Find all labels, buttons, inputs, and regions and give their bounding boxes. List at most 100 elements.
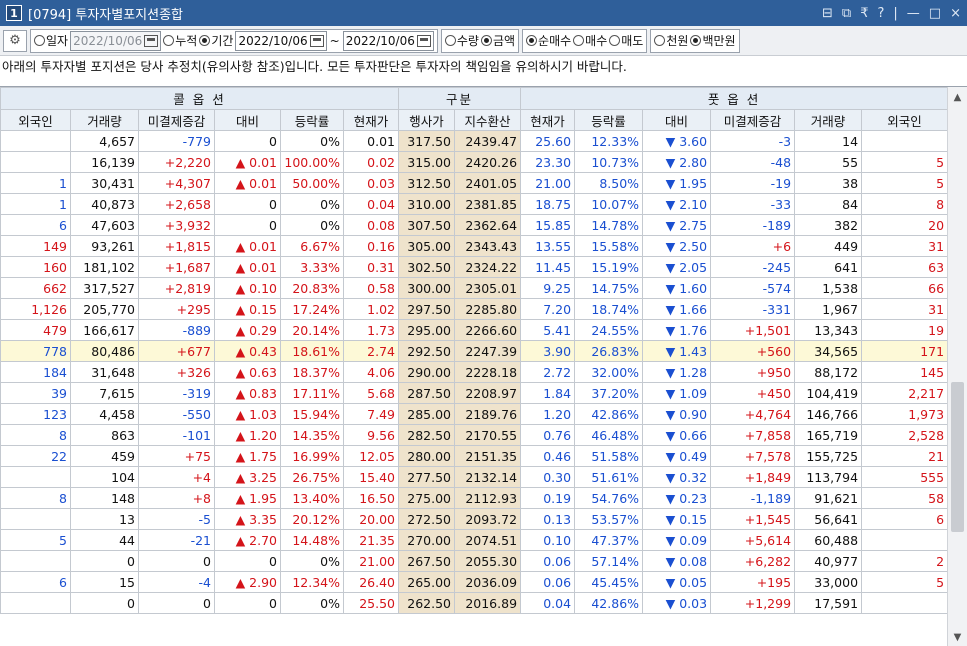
col-header-call-foreigner[interactable]: 외국인 bbox=[0, 109, 71, 131]
cell-put-oi-change: -331 bbox=[710, 298, 796, 320]
cell-index-equivalent: 2055.30 bbox=[454, 550, 522, 572]
col-header-put-oi-change[interactable]: 미결제증감 bbox=[710, 109, 796, 131]
table-row[interactable]: 0 0 0 0% 21.00 267.50 2055.30 0.06 57.14% ▼ 0.08 +… bbox=[0, 550, 949, 572]
col-header-strike-price[interactable]: 행사가 bbox=[398, 109, 456, 131]
radio-date-single[interactable]: 일자 bbox=[34, 32, 68, 49]
table-row[interactable]: 16,139 +2,220 ▲ 0.01 100.00% 0.02 315.00 2420.… bbox=[0, 151, 949, 173]
window-title: [0794] 투자자별포지션종합 bbox=[28, 7, 183, 23]
scroll-thumb[interactable] bbox=[951, 382, 964, 532]
table-row[interactable]: 479 166,617 -889 ▲ 0.29 20.14% 1.73 295.00 2266… bbox=[0, 319, 949, 341]
cell-put-volume: 84 bbox=[794, 193, 863, 215]
calendar-icon[interactable] bbox=[309, 34, 324, 47]
put-options-header: 풋 옵 션 bbox=[520, 87, 949, 110]
minimize-icon[interactable]: — bbox=[907, 6, 920, 21]
cell-call-change: ▲ 0.01 bbox=[214, 235, 281, 257]
radio-cumulative[interactable]: 누적 bbox=[163, 32, 197, 49]
cell-put-volume: 34,565 bbox=[794, 340, 863, 362]
col-header-call-change-rate[interactable]: 등락률 bbox=[280, 109, 344, 131]
pin-icon[interactable]: ₹ bbox=[860, 6, 868, 21]
table-row[interactable]: 6 47,603 +3,932 0 0% 0.08 307.50 2362.64 15.85 14… bbox=[0, 214, 949, 236]
cell-call-foreigner: 5 bbox=[0, 529, 71, 551]
cell-put-foreigner: 2 bbox=[861, 550, 949, 572]
cell-call-change: 0 bbox=[214, 130, 281, 152]
maximize-icon[interactable]: □ bbox=[929, 6, 941, 21]
cell-put-foreigner: 5 bbox=[861, 151, 949, 173]
col-header-call-oi-change[interactable]: 미결제증감 bbox=[138, 109, 215, 131]
cell-put-change: ▼ 0.49 bbox=[642, 445, 712, 467]
table-row[interactable]: 8 148 +8 ▲ 1.95 13.40% 16.50 275.00 2112.93 0.19… bbox=[0, 487, 949, 509]
col-header-put-change[interactable]: 대비 bbox=[642, 109, 712, 131]
calendar-icon[interactable] bbox=[144, 34, 159, 47]
table-row[interactable]: 149 93,261 +1,815 ▲ 0.01 6.67% 0.16 305.00 2343… bbox=[0, 235, 949, 257]
cell-put-foreigner: 171 bbox=[861, 340, 949, 362]
table-row[interactable]: 1 30,431 +4,307 ▲ 0.01 50.00% 0.03 312.50 2401.… bbox=[0, 172, 949, 194]
table-row[interactable]: 22 459 +75 ▲ 1.75 16.99% 12.05 280.00 2151.35 0.… bbox=[0, 445, 949, 467]
cell-put-price: 21.00 bbox=[520, 172, 576, 194]
minimize-to-tray-icon[interactable]: ⊟ bbox=[822, 6, 833, 21]
calendar-icon[interactable] bbox=[416, 34, 431, 47]
cell-index-equivalent: 2151.35 bbox=[454, 445, 522, 467]
col-header-call-price[interactable]: 현재가 bbox=[342, 109, 400, 131]
col-header-put-change-rate[interactable]: 등락률 bbox=[574, 109, 644, 131]
center-header: 구분 bbox=[398, 87, 522, 110]
col-header-index-equivalent[interactable]: 지수환산 bbox=[454, 109, 522, 131]
cell-put-oi-change: +1,849 bbox=[710, 466, 796, 488]
radio-sell[interactable]: 매도 bbox=[609, 32, 643, 49]
cell-call-price: 25.50 bbox=[342, 592, 400, 614]
col-header-put-price[interactable]: 현재가 bbox=[520, 109, 576, 131]
table-row[interactable]: 0 0 0 0% 25.50 262.50 2016.89 0.04 42.86% ▼ 0.03 +… bbox=[0, 592, 949, 614]
cell-put-foreigner: 555 bbox=[861, 466, 949, 488]
radio-quantity[interactable]: 수량 bbox=[444, 32, 479, 49]
cell-call-volume: 863 bbox=[70, 424, 139, 446]
radio-amount[interactable]: 금액 bbox=[480, 32, 515, 49]
gear-icon[interactable]: ⚙ bbox=[3, 29, 27, 52]
table-row[interactable]: 1 40,873 +2,658 0 0% 0.04 310.00 2381.85 18.75 10… bbox=[0, 193, 949, 215]
cell-call-change-rate: 14.48% bbox=[280, 529, 344, 551]
cell-strike-price: 272.50 bbox=[398, 508, 456, 530]
table-row[interactable]: 160 181,102 +1,687 ▲ 0.01 3.33% 0.31 302.50 232… bbox=[0, 256, 949, 278]
chevron-down-icon[interactable]: ▼ bbox=[948, 627, 967, 646]
table-row[interactable]: 1,126 205,770 +295 ▲ 0.15 17.24% 1.02 297.50 22… bbox=[0, 298, 949, 320]
table-row[interactable]: 5 44 -21 ▲ 2.70 14.48% 21.35 270.00 2074.51 0.10… bbox=[0, 529, 949, 551]
table-row[interactable]: 8 863 -101 ▲ 1.20 14.35% 9.56 282.50 2170.55 0.7… bbox=[0, 424, 949, 446]
radio-million-won[interactable]: 백만원 bbox=[690, 32, 736, 49]
radio-net-buy[interactable]: 순매수 bbox=[526, 32, 571, 49]
single-date-field[interactable]: 2022/10/06 bbox=[70, 30, 162, 51]
cell-strike-price: 277.50 bbox=[398, 466, 456, 488]
radio-period[interactable]: 기간 bbox=[199, 32, 233, 49]
col-header-put-foreigner[interactable]: 외국인 bbox=[861, 109, 949, 131]
cell-call-change: 0 bbox=[214, 592, 281, 614]
cell-call-change: ▲ 0.43 bbox=[214, 340, 281, 362]
table-row[interactable]: 104 +4 ▲ 3.25 26.75% 15.40 277.50 2132.14 0.30 5… bbox=[0, 466, 949, 488]
chevron-up-icon[interactable]: ▲ bbox=[948, 87, 967, 107]
cell-index-equivalent: 2305.01 bbox=[454, 277, 522, 299]
radio-thousand-won[interactable]: 천원 bbox=[654, 32, 688, 49]
cell-call-foreigner: 22 bbox=[0, 445, 71, 467]
help-icon[interactable]: ? bbox=[878, 6, 885, 21]
cell-index-equivalent: 2420.26 bbox=[454, 151, 522, 173]
cell-call-oi-change: -889 bbox=[138, 319, 215, 341]
table-row[interactable]: 662 317,527 +2,819 ▲ 0.10 20.83% 0.58 300.00 23… bbox=[0, 277, 949, 299]
close-icon[interactable]: × bbox=[950, 6, 961, 21]
table-row[interactable]: 4,657 -779 0 0% 0.01 317.50 2439.47 25.60 12.33%… bbox=[0, 130, 949, 152]
table-row[interactable]: 184 31,648 +326 ▲ 0.63 18.37% 4.06 290.00 2228.… bbox=[0, 361, 949, 383]
table-row[interactable]: 39 7,615 -319 ▲ 0.83 17.11% 5.68 287.50 2208.97… bbox=[0, 382, 949, 404]
radio-buy[interactable]: 매수 bbox=[573, 32, 607, 49]
restore-icon[interactable]: ⧉ bbox=[842, 6, 851, 21]
col-header-call-change[interactable]: 대비 bbox=[214, 109, 281, 131]
col-header-call-volume[interactable]: 거래량 bbox=[70, 109, 139, 131]
cell-put-change: ▼ 2.80 bbox=[642, 151, 712, 173]
col-header-put-volume[interactable]: 거래량 bbox=[794, 109, 863, 131]
table-row[interactable]: 778 80,486 +677 ▲ 0.43 18.61% 2.74 292.50 2247.… bbox=[0, 340, 949, 362]
cell-put-change-rate: 46.48% bbox=[574, 424, 644, 446]
measure-group: 수량 금액 bbox=[440, 28, 520, 53]
table-row[interactable]: 123 4,458 -550 ▲ 1.03 15.94% 7.49 285.00 2189.7… bbox=[0, 403, 949, 425]
cell-call-price: 0.16 bbox=[342, 235, 400, 257]
table-row[interactable]: 13 -5 ▲ 3.35 20.12% 20.00 272.50 2093.72 0.13 53… bbox=[0, 508, 949, 530]
vertical-scrollbar[interactable]: ▲ ▼ bbox=[947, 87, 967, 646]
period-to-field[interactable]: 2022/10/06 bbox=[342, 30, 434, 51]
table-row[interactable]: 6 15 -4 ▲ 2.90 12.34% 26.40 265.00 2036.09 0.06 4… bbox=[0, 571, 949, 593]
cell-put-volume: 91,621 bbox=[794, 487, 863, 509]
toolbar: ⚙ 일자 2022/10/06 누적 기간 2022/10/06 ~ 2022/… bbox=[0, 26, 967, 56]
period-from-field[interactable]: 2022/10/06 bbox=[235, 30, 327, 51]
